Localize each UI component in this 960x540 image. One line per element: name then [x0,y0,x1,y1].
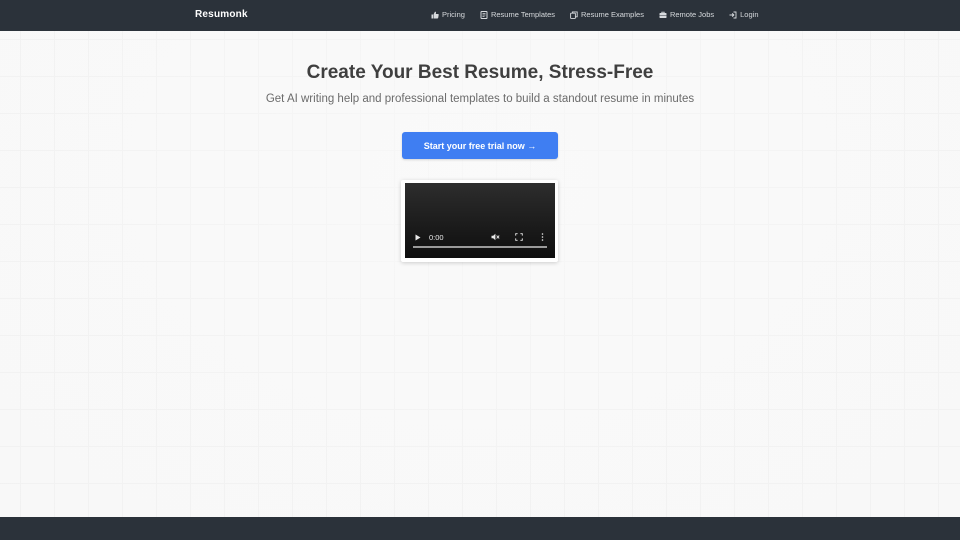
video-time: 0:00 [429,233,444,242]
footer-bar [0,517,960,540]
more-options-icon[interactable] [541,233,544,241]
hero-title: Create Your Best Resume, Stress-Free [306,62,654,83]
nav-link-resume-templates[interactable]: Resume Templates [480,10,555,19]
volume-icon[interactable] [491,233,500,241]
briefcase-icon [659,11,667,19]
nav-link-resume-examples[interactable]: Resume Examples [570,10,644,19]
nav-link-label: Resume Examples [581,10,644,19]
nav-link-label: Resume Templates [490,10,555,19]
document-icon [480,10,488,19]
nav-link-pricing[interactable]: Pricing [431,10,465,19]
fullscreen-icon[interactable] [515,233,523,241]
nav-link-label: Remote Jobs [669,10,715,19]
copy-icon [570,10,578,19]
video-player[interactable]: 0:00 [405,183,555,258]
video-controls: 0:00 [405,227,555,258]
nav-link-remote-jobs[interactable]: Remote Jobs [659,10,714,19]
nav-link-label: Login [740,10,759,19]
hero-subtitle: Get AI writing help and professional tem… [265,93,695,105]
hero-section: Create Your Best Resume, Stress-Free Get… [0,31,960,517]
video-progress-bar[interactable] [413,246,547,248]
thumbs-up-icon [431,11,439,19]
video-card: 0:00 [401,180,558,262]
nav-link-label: Pricing [442,10,465,19]
play-icon[interactable] [415,234,421,241]
nav-link-login[interactable]: Login [729,10,759,19]
start-free-trial-button[interactable]: Start your free trial now → [402,132,558,159]
nav-links: Pricing Resume Templates Resume Examples… [431,10,759,19]
brand-logo[interactable]: Resumonk [195,9,248,20]
top-navbar: Resumonk Pricing Resume Templates Resume… [0,0,960,31]
sign-in-icon [729,11,737,19]
